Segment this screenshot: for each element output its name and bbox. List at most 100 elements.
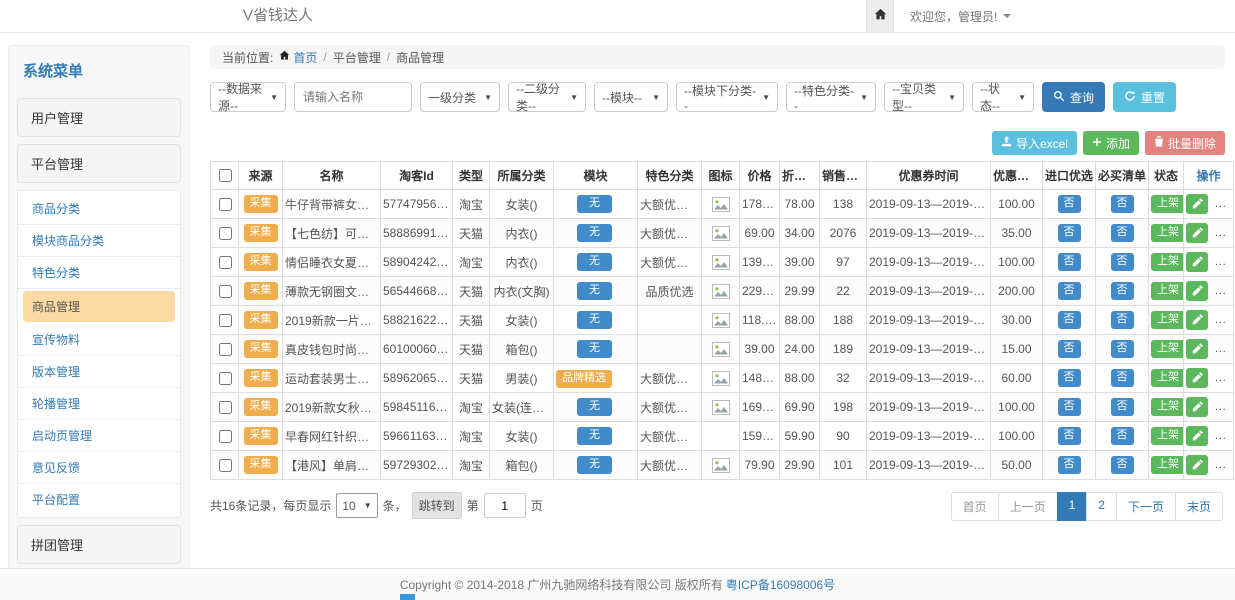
edit-button[interactable] [1186, 194, 1208, 214]
edit-button[interactable] [1186, 223, 1208, 243]
sidebar-group-item[interactable]: 拼团管理 [17, 525, 181, 564]
add-button[interactable]: 添加 [1083, 131, 1139, 155]
delete-button[interactable] [1214, 455, 1233, 475]
delete-button[interactable] [1214, 310, 1233, 330]
row-checkbox[interactable] [219, 430, 232, 443]
pager-button[interactable]: 2 [1086, 492, 1117, 521]
reset-button[interactable]: 重置 [1113, 82, 1176, 112]
delete-button[interactable] [1214, 339, 1233, 359]
must-buy-badge[interactable]: 否 [1111, 456, 1134, 474]
feature-category-select[interactable]: --特色分类--▼ [786, 82, 876, 112]
row-checkbox[interactable] [219, 401, 232, 414]
sidebar-sub-item[interactable]: 商品分类 [18, 193, 180, 225]
sidebar-group-item[interactable]: 平台管理 [17, 144, 181, 183]
delete-button[interactable] [1214, 281, 1233, 301]
status-badge[interactable]: 上架 [1151, 456, 1184, 474]
must-buy-badge[interactable]: 否 [1111, 282, 1134, 300]
import-select-badge[interactable]: 否 [1058, 398, 1081, 416]
must-buy-badge[interactable]: 否 [1111, 311, 1134, 329]
icp-link[interactable]: 粤ICP备16098006号 [726, 576, 835, 593]
import-select-badge[interactable]: 否 [1058, 311, 1081, 329]
must-buy-badge[interactable]: 否 [1111, 224, 1134, 242]
import-select-badge[interactable]: 否 [1058, 340, 1081, 358]
select-all-checkbox[interactable] [219, 169, 232, 182]
sidebar-sub-item[interactable]: 平台配置 [18, 484, 180, 515]
pager-button[interactable]: 末页 [1175, 492, 1223, 521]
import-select-badge[interactable]: 否 [1058, 427, 1081, 445]
status-select[interactable]: --状态--▼ [972, 82, 1034, 112]
import-select-badge[interactable]: 否 [1058, 195, 1081, 213]
sidebar-group-item[interactable]: 用户管理 [17, 98, 181, 137]
data-source-select[interactable]: --数据来源--▼ [210, 82, 286, 112]
sidebar-sub-item[interactable]: 宣传物料 [18, 324, 180, 356]
breadcrumb-home-link[interactable]: 首页 [279, 49, 317, 66]
delete-button[interactable] [1214, 368, 1233, 388]
edit-button[interactable] [1186, 252, 1208, 272]
status-badge[interactable]: 上架 [1151, 195, 1184, 213]
import-select-badge[interactable]: 否 [1058, 224, 1081, 242]
row-checkbox[interactable] [219, 343, 232, 356]
edit-button[interactable] [1186, 368, 1208, 388]
edit-button[interactable] [1186, 281, 1208, 301]
page-number-input[interactable] [484, 493, 526, 518]
delete-button[interactable] [1214, 426, 1233, 446]
must-buy-badge[interactable]: 否 [1111, 427, 1134, 445]
jump-button[interactable]: 跳转到 [412, 492, 462, 519]
row-checkbox[interactable] [219, 459, 232, 472]
status-badge[interactable]: 上架 [1151, 427, 1184, 445]
import-select-badge[interactable]: 否 [1058, 369, 1081, 387]
edit-button[interactable] [1186, 310, 1208, 330]
search-button[interactable]: 查询 [1042, 82, 1105, 112]
pager-button[interactable]: 首页 [951, 492, 999, 521]
edit-button[interactable] [1186, 455, 1208, 475]
import-select-badge[interactable]: 否 [1058, 456, 1081, 474]
delete-button[interactable] [1214, 252, 1233, 272]
name-search-input[interactable] [294, 82, 412, 112]
category-level1-select[interactable]: 一级分类▼ [420, 82, 500, 112]
delete-button[interactable] [1214, 223, 1233, 243]
sidebar-sub-item[interactable]: 模块商品分类 [18, 225, 180, 257]
sidebar-sub-item[interactable]: 版本管理 [18, 356, 180, 388]
sidebar-sub-item[interactable]: 轮播管理 [18, 388, 180, 420]
delete-button[interactable] [1214, 194, 1233, 214]
import-select-badge[interactable]: 否 [1058, 253, 1081, 271]
must-buy-badge[interactable]: 否 [1111, 398, 1134, 416]
delete-button[interactable] [1214, 397, 1233, 417]
batch-delete-button[interactable]: 批量删除 [1145, 131, 1225, 155]
module-select[interactable]: --模块--▼ [594, 82, 668, 112]
must-buy-badge[interactable]: 否 [1111, 253, 1134, 271]
status-badge[interactable]: 上架 [1151, 253, 1184, 271]
user-menu[interactable]: 欢迎您，管理员! [910, 8, 1011, 25]
row-checkbox[interactable] [219, 372, 232, 385]
category-level2-select[interactable]: --二级分类--▼ [508, 82, 586, 112]
status-badge[interactable]: 上架 [1151, 224, 1184, 242]
sidebar-sub-item[interactable]: 特色分类 [18, 257, 180, 289]
must-buy-badge[interactable]: 否 [1111, 340, 1134, 358]
edit-button[interactable] [1186, 397, 1208, 417]
status-badge[interactable]: 上架 [1151, 340, 1184, 358]
per-page-select[interactable]: 10 ▼ [336, 493, 377, 518]
sidebar-sub-item[interactable]: 商品管理 [23, 291, 175, 322]
import-select-badge[interactable]: 否 [1058, 282, 1081, 300]
home-button[interactable] [866, 0, 894, 32]
status-badge[interactable]: 上架 [1151, 369, 1184, 387]
row-checkbox[interactable] [219, 227, 232, 240]
module-subcategory-select[interactable]: --模块下分类--▼ [676, 82, 778, 112]
row-checkbox[interactable] [219, 285, 232, 298]
must-buy-badge[interactable]: 否 [1111, 195, 1134, 213]
sidebar-sub-item[interactable]: 启动页管理 [18, 420, 180, 452]
row-checkbox[interactable] [219, 314, 232, 327]
row-checkbox[interactable] [219, 256, 232, 269]
must-buy-badge[interactable]: 否 [1111, 369, 1134, 387]
pager-button[interactable]: 上一页 [998, 492, 1058, 521]
sidebar-sub-item[interactable]: 意见反馈 [18, 452, 180, 484]
pager-button[interactable]: 下一页 [1116, 492, 1176, 521]
import-excel-button[interactable]: 导入excel [992, 131, 1077, 155]
status-badge[interactable]: 上架 [1151, 282, 1184, 300]
item-type-select[interactable]: --宝贝类型--▼ [884, 82, 964, 112]
pager-button[interactable]: 1 [1057, 492, 1088, 521]
edit-button[interactable] [1186, 426, 1208, 446]
row-checkbox[interactable] [219, 198, 232, 211]
edit-button[interactable] [1186, 339, 1208, 359]
status-badge[interactable]: 上架 [1151, 311, 1184, 329]
